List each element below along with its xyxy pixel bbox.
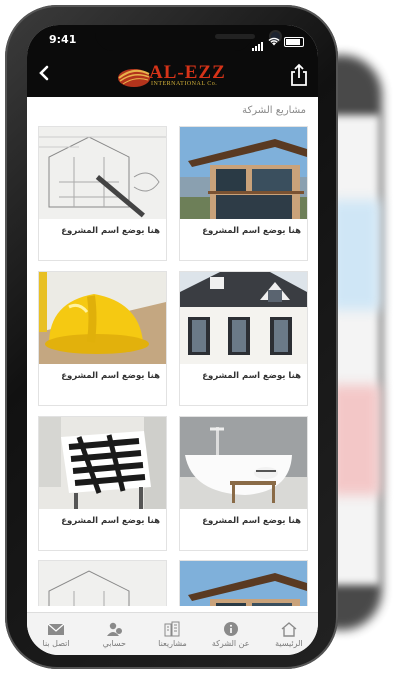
bottom-tab-bar: الرئيسية عن الشركة مشاريعنا حسابي اتصل ب… [27, 612, 318, 655]
project-card[interactable] [38, 560, 167, 606]
tab-account-label: حسابي [102, 638, 126, 648]
project-card[interactable]: هنا يوضع اسم المشروع [38, 271, 167, 406]
logo-swoosh-icon [118, 69, 150, 87]
tab-about-label: عن الشركة [211, 638, 250, 648]
project-image-classic-house [180, 272, 307, 364]
project-image-modern-house [180, 127, 307, 219]
tab-account[interactable]: حسابي [85, 613, 143, 655]
project-caption: هنا يوضع اسم المشروع [202, 516, 301, 526]
app-header: 9:41 AL-EZZ INTERNATIONAL Co. [27, 25, 318, 97]
chevron-left-icon [39, 65, 49, 81]
tab-contact-label: اتصل بنا [42, 638, 70, 648]
tab-projects-label: مشاريعنا [158, 638, 187, 648]
signal-icon [252, 32, 264, 51]
company-logo: AL-EZZ INTERNATIONAL Co. [117, 62, 227, 90]
status-icons [252, 32, 304, 51]
share-icon [291, 63, 307, 86]
project-image-hard-hat [39, 272, 166, 364]
mail-icon [47, 623, 65, 635]
back-button[interactable] [33, 63, 55, 85]
project-image-sketch [39, 127, 166, 219]
tab-home[interactable]: الرئيسية [260, 613, 318, 655]
section-title: مشاريع الشركة [242, 105, 306, 116]
project-card[interactable] [179, 560, 308, 606]
logo-brand-subtitle: INTERNATIONAL Co. [151, 81, 218, 87]
phone-frame: 9:41 AL-EZZ INTERNATIONAL Co. مشاريع الش… [5, 5, 338, 669]
projects-grid[interactable]: هنا يوضع اسم المشروع هنا يوضع اسم المشرو… [38, 126, 308, 606]
project-caption: هنا يوضع اسم المشروع [61, 371, 160, 381]
project-card[interactable]: هنا يوضع اسم المشروع [38, 126, 167, 261]
project-card[interactable]: هنا يوضع اسم المشروع [38, 416, 167, 551]
app-screen: 9:41 AL-EZZ INTERNATIONAL Co. مشاريع الش… [27, 25, 318, 655]
buildings-icon [164, 621, 180, 636]
home-icon [281, 621, 297, 637]
project-caption: هنا يوضع اسم المشروع [61, 226, 160, 236]
project-caption: هنا يوضع اسم المشروع [202, 226, 301, 236]
status-time: 9:41 [49, 33, 77, 46]
project-image-bathtub [180, 417, 307, 509]
project-image-chair [39, 417, 166, 509]
project-card[interactable]: هنا يوضع اسم المشروع [179, 271, 308, 406]
account-icon [107, 622, 123, 636]
project-image-sketch [39, 561, 166, 606]
project-card[interactable]: هنا يوضع اسم المشروع [179, 126, 308, 261]
speaker [215, 34, 255, 39]
battery-icon [284, 36, 304, 47]
project-caption: هنا يوضع اسم المشروع [61, 516, 160, 526]
project-caption: هنا يوضع اسم المشروع [202, 371, 301, 381]
tab-projects[interactable]: مشاريعنا [143, 613, 201, 655]
project-image-modern-house [180, 561, 307, 606]
wifi-icon [268, 37, 280, 46]
tab-home-label: الرئيسية [275, 638, 303, 648]
share-button[interactable] [288, 63, 310, 87]
tab-about[interactable]: عن الشركة [202, 613, 260, 655]
project-card[interactable]: هنا يوضع اسم المشروع [179, 416, 308, 551]
tab-contact[interactable]: اتصل بنا [27, 613, 85, 655]
info-icon [223, 621, 238, 636]
notch [95, 25, 280, 51]
